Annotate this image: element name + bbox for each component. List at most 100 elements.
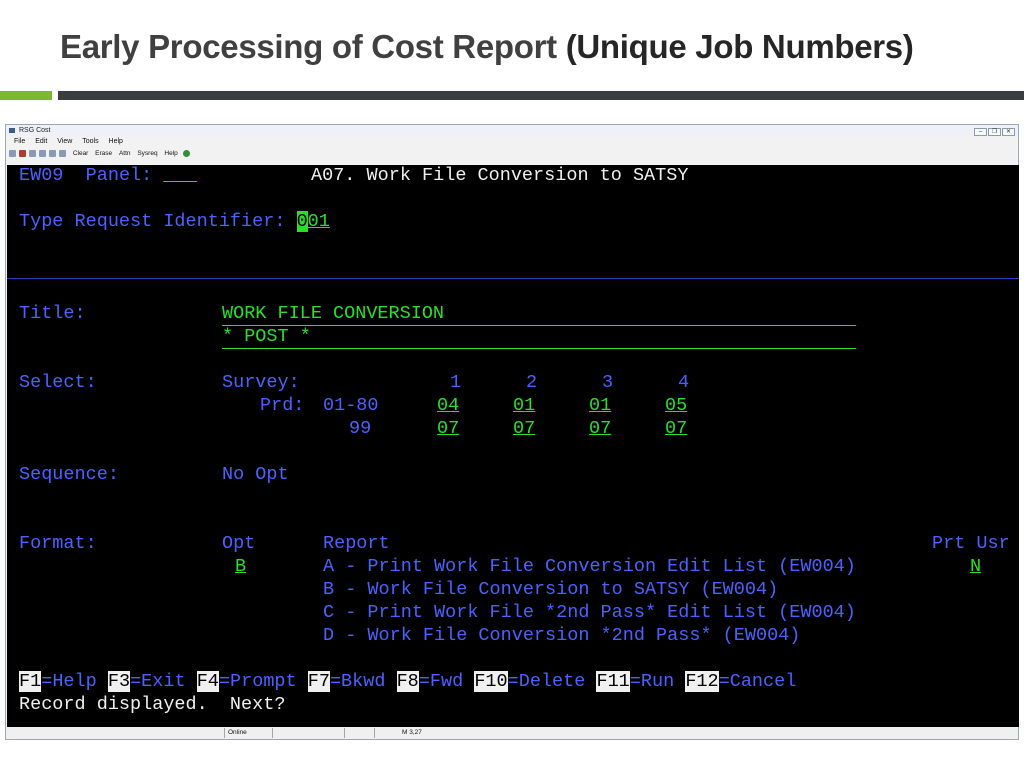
prd2-label: 99 bbox=[349, 418, 372, 439]
panel-id: EW09 bbox=[19, 165, 64, 186]
screen-heading: A07. Work File Conversion to SATSY bbox=[311, 165, 689, 186]
prd-label: Prd: bbox=[260, 395, 305, 416]
prt-usr-header: Prt Usr bbox=[932, 533, 1010, 554]
prd-input-2[interactable]: 01 bbox=[513, 395, 535, 417]
f4-label: =Prompt bbox=[218, 671, 297, 692]
menu-edit[interactable]: Edit bbox=[35, 138, 47, 145]
prd-input-1[interactable]: 04 bbox=[437, 395, 459, 417]
title-label: Title: bbox=[19, 303, 86, 324]
prt-input[interactable]: N bbox=[970, 556, 981, 578]
f12-label: =Cancel bbox=[718, 671, 797, 692]
panel-label: Panel: bbox=[85, 165, 153, 186]
opt-input[interactable]: B bbox=[235, 556, 246, 578]
f10-key[interactable]: F10 bbox=[474, 671, 508, 692]
menu-view[interactable]: View bbox=[57, 138, 72, 145]
print-icon[interactable] bbox=[9, 149, 16, 157]
close-button[interactable]: ✕ bbox=[1002, 128, 1015, 136]
title-input-1-underline bbox=[222, 325, 856, 326]
f7-label: =Bkwd bbox=[329, 671, 386, 692]
survey-col-3: 3 bbox=[602, 372, 614, 393]
window-controls: – ❐ ✕ bbox=[973, 126, 1015, 136]
report-option-b: B - Work File Conversion to SATSY (EW004… bbox=[323, 579, 779, 600]
f3-label: =Exit bbox=[130, 671, 186, 692]
select-label: Select: bbox=[19, 372, 97, 393]
cursor[interactable]: 0 bbox=[296, 211, 308, 232]
f1-key[interactable]: F1 bbox=[19, 671, 42, 692]
copy-icon[interactable] bbox=[29, 149, 36, 157]
screen-header: EW09 Panel: ___ bbox=[19, 165, 197, 187]
window-title: RSG Cost bbox=[19, 127, 51, 134]
f11-key[interactable]: F11 bbox=[596, 671, 630, 692]
save-icon[interactable] bbox=[49, 149, 56, 157]
title-input-2[interactable]: * POST * bbox=[222, 326, 311, 348]
connection-status: Online bbox=[224, 728, 274, 738]
attn-button[interactable]: Attn bbox=[119, 150, 131, 157]
f10-label: =Delete bbox=[507, 671, 586, 692]
f8-label: =Fwd bbox=[418, 671, 464, 692]
title-input-2-underline bbox=[222, 348, 856, 349]
f12-key[interactable]: F12 bbox=[685, 671, 719, 692]
paste-icon[interactable] bbox=[39, 149, 46, 157]
status-cursor-pos: 3,27 bbox=[409, 729, 422, 736]
title-input-1[interactable]: WORK FILE CONVERSION bbox=[222, 303, 444, 325]
report-option-c: C - Print Work File *2nd Pass* Edit List… bbox=[323, 602, 856, 623]
f8-key[interactable]: F8 bbox=[396, 671, 419, 692]
accent-bar-dark bbox=[58, 91, 1024, 100]
request-label: Type Request Identifier: bbox=[19, 211, 286, 232]
terminal-screen[interactable]: EW09 Panel: ___ A07. Work File Conversio… bbox=[7, 165, 1019, 727]
run-icon[interactable] bbox=[182, 149, 190, 157]
report-option-d: D - Work File Conversion *2nd Pass* (EW0… bbox=[323, 625, 801, 646]
toolbar: Clear Erase Attn Sysreq Help bbox=[6, 148, 1018, 160]
survey-col-4: 4 bbox=[678, 372, 690, 393]
opt-header: Opt bbox=[222, 533, 256, 554]
open-icon[interactable] bbox=[59, 149, 66, 157]
survey-col-1: 1 bbox=[450, 372, 462, 393]
slide-title-paren: (Unique Job Numbers) bbox=[565, 28, 914, 65]
prd2-input-2[interactable]: 07 bbox=[513, 418, 535, 440]
request-row: Type Request Identifier: 001 bbox=[19, 211, 330, 233]
menu-tools[interactable]: Tools bbox=[82, 138, 98, 145]
status-empty-1 bbox=[272, 728, 346, 738]
menu-help[interactable]: Help bbox=[109, 138, 123, 145]
f4-key[interactable]: F4 bbox=[196, 671, 219, 692]
status-position: M 3,27 bbox=[374, 728, 446, 738]
window-titlebar: RSG Cost – ❐ ✕ bbox=[6, 125, 1018, 136]
format-label: Format: bbox=[19, 533, 97, 554]
clear-button[interactable]: Clear bbox=[73, 150, 89, 157]
report-header: Report bbox=[323, 533, 390, 554]
statusbar: Online M 3,27 bbox=[6, 727, 1018, 739]
app-icon bbox=[9, 127, 15, 133]
terminal-window: RSG Cost – ❐ ✕ File Edit View Tools Help C… bbox=[5, 124, 1019, 740]
panel-input[interactable]: ___ bbox=[163, 165, 196, 186]
function-key-bar: F1=Help F3=Exit F4=Prompt F7=Bkwd F8=Fwd… bbox=[19, 671, 796, 693]
help-button[interactable]: Help bbox=[164, 150, 177, 157]
status-mode: M bbox=[402, 729, 408, 736]
prd-input-4[interactable]: 05 bbox=[665, 395, 687, 417]
status-empty-2 bbox=[344, 728, 376, 738]
f11-label: =Run bbox=[629, 671, 675, 692]
f7-key[interactable]: F7 bbox=[307, 671, 330, 692]
disconnect-icon[interactable] bbox=[19, 149, 26, 157]
sequence-value: No Opt bbox=[222, 464, 289, 485]
survey-label: Survey: bbox=[222, 372, 300, 393]
request-input[interactable]: 01 bbox=[308, 211, 330, 232]
f1-label: =Help bbox=[41, 671, 97, 692]
sysreq-button[interactable]: Sysreq bbox=[137, 150, 157, 157]
menu-file[interactable]: File bbox=[14, 138, 25, 145]
minimize-button[interactable]: – bbox=[974, 128, 987, 136]
report-option-a: A - Print Work File Conversion Edit List… bbox=[323, 556, 856, 577]
prd2-input-1[interactable]: 07 bbox=[437, 418, 459, 440]
prd-input-3[interactable]: 01 bbox=[589, 395, 611, 417]
prd2-input-4[interactable]: 07 bbox=[665, 418, 687, 440]
prd-range: 01-80 bbox=[323, 395, 379, 416]
erase-button[interactable]: Erase bbox=[95, 150, 112, 157]
separator-line bbox=[7, 278, 1019, 279]
sequence-label: Sequence: bbox=[19, 464, 119, 485]
f3-key[interactable]: F3 bbox=[107, 671, 131, 692]
status-message: Record displayed. Next? bbox=[19, 694, 286, 715]
slide-title-main: Early Processing of Cost Report bbox=[60, 28, 557, 65]
prd2-input-3[interactable]: 07 bbox=[589, 418, 611, 440]
survey-col-2: 2 bbox=[526, 372, 538, 393]
accent-bar-green bbox=[0, 91, 52, 100]
restore-button[interactable]: ❐ bbox=[988, 128, 1001, 136]
